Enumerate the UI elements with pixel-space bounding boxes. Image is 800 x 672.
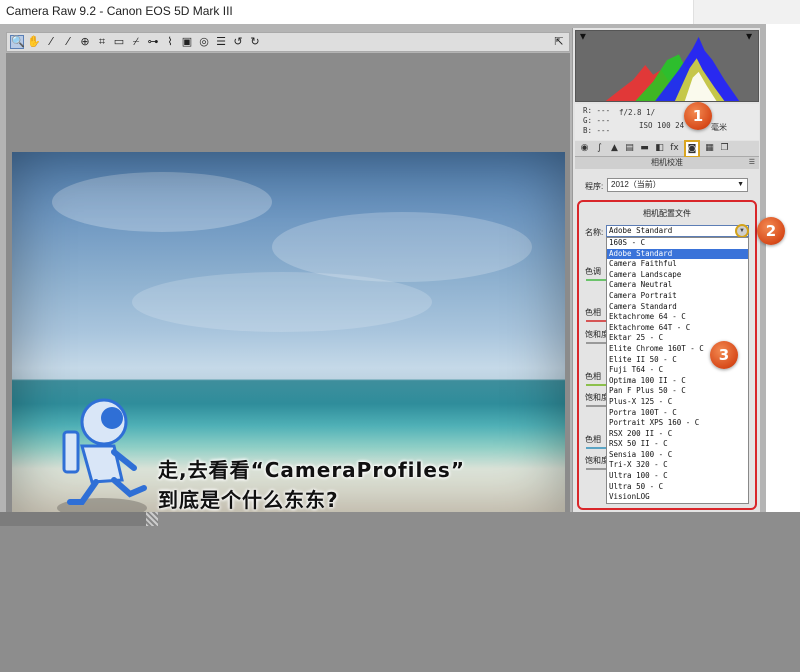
list-item[interactable]: Ektachrome 64T - C <box>607 323 748 334</box>
hsl-icon[interactable]: ▤ <box>624 142 635 155</box>
color-sampler-icon[interactable]: ⁄ <box>61 35 75 49</box>
blue-hue-slider[interactable] <box>586 447 606 449</box>
caption-line-1: 走,去看看“CameraProfiles” <box>158 458 465 482</box>
camera-calibration-icon[interactable]: ◙ <box>684 140 700 158</box>
effects-icon[interactable]: fx <box>669 142 680 155</box>
presets-icon[interactable]: ▦ <box>704 142 715 155</box>
b-value: B: --- <box>583 126 611 135</box>
graduated-filter-icon[interactable]: ▣ <box>180 35 194 49</box>
list-item[interactable]: RSX 50 II - C <box>607 439 748 450</box>
chevron-down-icon: ▼ <box>737 181 744 188</box>
list-item[interactable]: Pan F Plus 50 - C <box>607 386 748 397</box>
fullscreen-icon[interactable]: ⇱ <box>552 35 566 49</box>
spot-removal-icon[interactable]: ⌿ <box>129 35 143 49</box>
crop-icon[interactable]: ⌗ <box>95 35 109 49</box>
profile-name-select[interactable]: Adobe Standard <box>606 225 749 237</box>
zoom-icon[interactable]: 🔍 <box>10 35 25 49</box>
focal-unit: 毫米 <box>711 123 727 132</box>
red-hue-slider[interactable] <box>586 320 606 322</box>
status-strip <box>0 512 157 526</box>
list-item[interactable]: Camera Standard <box>607 302 748 313</box>
radial-filter-icon[interactable]: ◎ <box>197 35 211 49</box>
title-bar: Camera Raw 9.2 - Canon EOS 5D Mark III <box>0 0 800 24</box>
rotate-right-icon[interactable]: ↻ <box>248 35 262 49</box>
aperture-shutter: f/2.8 1/ <box>619 108 656 117</box>
straighten-icon[interactable]: ▭ <box>112 35 126 49</box>
step-badge-3: 3 <box>710 341 738 369</box>
histogram <box>575 30 759 102</box>
list-item[interactable]: Camera Neutral <box>607 280 748 291</box>
list-item[interactable]: VisionLOG <box>607 492 748 503</box>
process-label: 程序: <box>585 182 604 191</box>
section-header: 相机校准 ☰ <box>575 157 759 169</box>
window-title: Camera Raw 9.2 - Canon EOS 5D Mark III <box>6 4 233 18</box>
lower-background <box>0 512 800 672</box>
r-value: R: --- <box>583 106 611 115</box>
dropdown-toggle-icon[interactable]: ▼ <box>735 224 749 238</box>
resize-grip[interactable] <box>146 512 158 526</box>
toolbar: 🔍 ✋ ⁄ ⁄ ⊕ ⌗ ▭ ⌿ ⊶ ⌇ ▣ ◎ ☰ ↺ ↻ ⇱ <box>6 32 570 52</box>
background-window <box>693 0 800 24</box>
list-item[interactable]: Sensia 100 - C <box>607 450 748 461</box>
camera-profile-title: 相机配置文件 <box>643 209 691 218</box>
preferences-icon[interactable]: ☰ <box>214 35 228 49</box>
list-item[interactable]: Camera Faithful <box>607 259 748 270</box>
step-badge-1: 1 <box>684 102 712 130</box>
rgb-readout: R: --- G: --- B: --- <box>583 106 610 136</box>
white-balance-icon[interactable]: ⁄ <box>44 35 58 49</box>
list-item[interactable]: Optima 100 II - C <box>607 376 748 387</box>
split-toning-icon[interactable]: ▬ <box>639 142 650 155</box>
rotate-left-icon[interactable]: ↺ <box>231 35 245 49</box>
process-select[interactable]: 2012（当前） ▼ <box>607 178 748 192</box>
list-item[interactable]: 160S - C <box>607 238 748 249</box>
target-adjust-icon[interactable]: ⊕ <box>78 35 92 49</box>
step-badge-2: 2 <box>757 217 785 245</box>
snapshots-icon[interactable]: ❐ <box>719 142 730 155</box>
list-item[interactable]: Portra 100T - C <box>607 408 748 419</box>
lens-corrections-icon[interactable]: ◧ <box>654 142 665 155</box>
list-item[interactable]: Camera Landscape <box>607 270 748 281</box>
panel-tabs: ◉ ∫ ▲ ▤ ▬ ◧ fx ◙ ▦ ❐ <box>575 140 759 158</box>
astronaut-mascot-icon <box>57 398 147 518</box>
screen: Camera Raw 9.2 - Canon EOS 5D Mark III 🔍… <box>0 0 800 672</box>
image-info: R: --- G: --- B: --- f/2.8 1/ ISO 100 24… <box>575 104 759 140</box>
iso-focal: ISO 100 24 <box>639 121 685 130</box>
panel-menu-icon[interactable]: ☰ <box>749 157 755 169</box>
profile-name-label: 名称: <box>585 228 604 237</box>
profile-dropdown-list[interactable]: 160S - C Adobe Standard Camera Faithful … <box>606 237 749 504</box>
list-item[interactable]: Portrait XPS 160 - C <box>607 418 748 429</box>
list-item[interactable]: Camera Portrait <box>607 291 748 302</box>
basic-icon[interactable]: ◉ <box>579 142 590 155</box>
list-item[interactable]: RSX 200 II - C <box>607 429 748 440</box>
tone-slider[interactable] <box>586 279 606 281</box>
red-saturation-slider[interactable] <box>586 342 606 344</box>
list-item[interactable]: Plus-X 125 - C <box>607 397 748 408</box>
green-hue-slider[interactable] <box>586 384 606 386</box>
list-item[interactable]: Tri-X 320 - C <box>607 460 748 471</box>
process-value: 2012（当前） <box>611 180 661 189</box>
blue-saturation-slider[interactable] <box>586 468 606 470</box>
red-eye-icon[interactable]: ⊶ <box>146 35 160 49</box>
g-value: G: --- <box>583 116 611 125</box>
list-item[interactable]: Adobe Standard <box>607 248 748 260</box>
list-item[interactable]: Ektachrome 64 - C <box>607 312 748 323</box>
hand-icon[interactable]: ✋ <box>27 35 41 49</box>
green-hue-label: 色相 <box>585 372 601 381</box>
section-title: 相机校准 <box>651 158 683 167</box>
tone-label: 色调 <box>585 267 601 276</box>
brush-icon[interactable]: ⌇ <box>163 35 177 49</box>
blue-hue-label: 色相 <box>585 435 601 444</box>
profile-selected-value: Adobe Standard <box>609 226 673 235</box>
detail-icon[interactable]: ▲ <box>609 142 620 155</box>
tone-curve-icon[interactable]: ∫ <box>594 142 605 155</box>
green-saturation-slider[interactable] <box>586 405 606 407</box>
list-item[interactable]: Ultra 100 - C <box>607 471 748 482</box>
caption-line-2: 到底是个什么东东? <box>158 488 339 512</box>
list-item[interactable]: Ultra 50 - C <box>607 482 748 493</box>
red-hue-label: 色相 <box>585 308 601 317</box>
